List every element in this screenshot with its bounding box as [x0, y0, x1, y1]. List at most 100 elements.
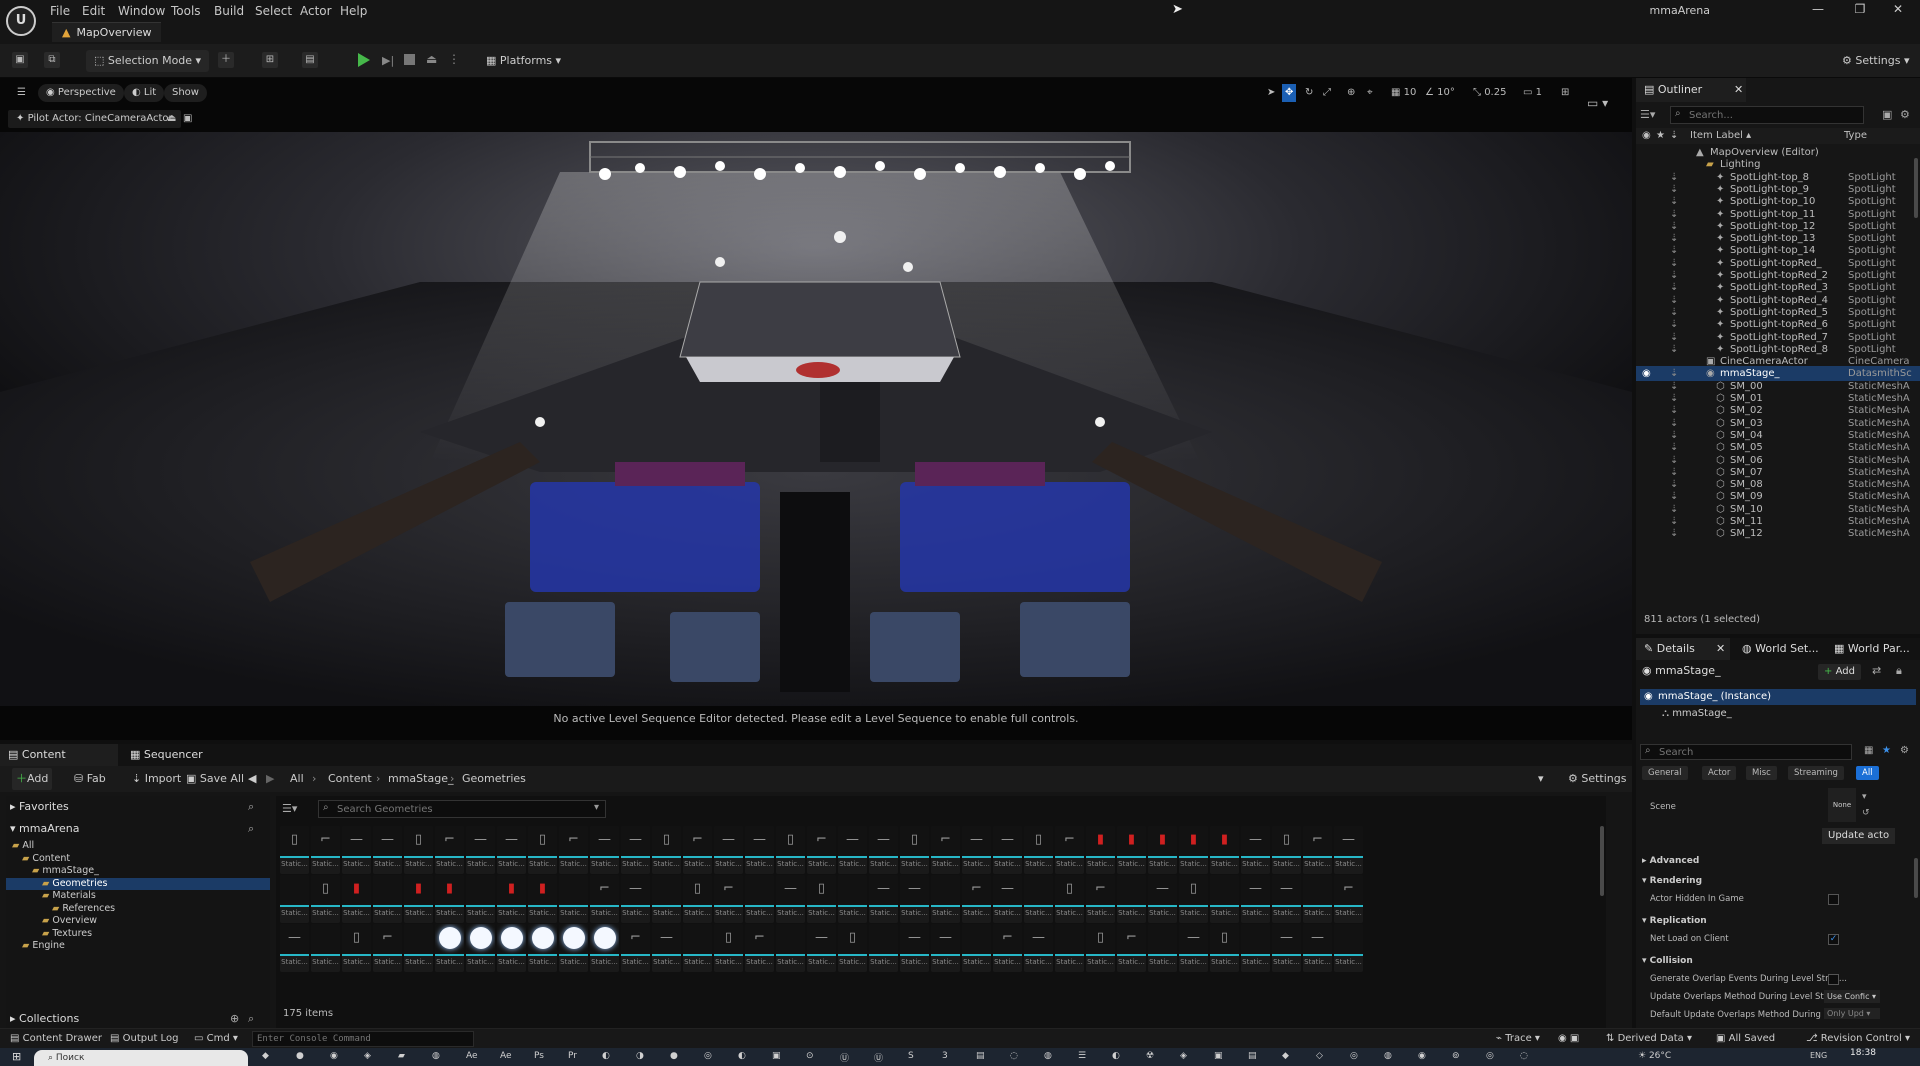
asset-tile[interactable]: Static... [559, 924, 588, 972]
asset-tile[interactable]: — Static... [714, 826, 743, 874]
asset-tile[interactable]: ▯ Static... [1210, 924, 1239, 972]
tab-world-settings[interactable]: ◍ World Set... [1734, 638, 1828, 660]
taskbar-app-icon[interactable]: ◍ [432, 1051, 440, 1061]
asset-tile[interactable]: ▯ Static... [1024, 826, 1053, 874]
asset-tile[interactable]: — Static... [745, 826, 774, 874]
asset-tile[interactable]: — Static... [280, 924, 309, 972]
asset-tile[interactable]: — Static... [1024, 924, 1053, 972]
blueprint-icon[interactable]: ⊞ [262, 52, 278, 68]
unreal-logo-icon[interactable]: U [6, 6, 36, 36]
asset-tile[interactable]: ⌐ Static... [311, 826, 340, 874]
rotation-snap-button[interactable]: ∠ 10° [1422, 84, 1458, 102]
asset-tile[interactable]: Static... [745, 875, 774, 923]
section-collision[interactable]: ▾ Collision [1642, 956, 1693, 966]
filter-icon[interactable]: ☰▾ [1640, 108, 1655, 121]
menu-file[interactable]: File [50, 4, 70, 18]
asset-tile[interactable]: Static... [311, 924, 340, 972]
taskbar-app-icon[interactable]: 3 [942, 1051, 948, 1061]
asset-tile[interactable]: ▮ Static... [1210, 826, 1239, 874]
asset-tile[interactable]: ▮ Static... [1148, 826, 1177, 874]
asset-tile[interactable]: ⌐ Static... [807, 826, 836, 874]
taskbar-app-icon[interactable]: ● [670, 1051, 678, 1061]
actor-hidden-checkbox[interactable] [1828, 894, 1839, 905]
component-row[interactable]: ⛬ mmaStage_ [1662, 708, 1732, 719]
asset-tile[interactable]: Static... [931, 875, 960, 923]
breadcrumb-content[interactable]: Content [324, 768, 376, 790]
output-log-button[interactable]: ▤ Output Log [110, 1029, 178, 1049]
close-tab-icon[interactable]: ✕ [1734, 78, 1743, 102]
world-space-icon[interactable]: ⊕ [1344, 84, 1358, 102]
scale-snap-button[interactable]: ⤡ 0.25 [1470, 84, 1509, 102]
asset-tile[interactable]: — Static... [621, 826, 650, 874]
taskbar-app-icon[interactable]: ◌ [1010, 1051, 1018, 1061]
translate-icon[interactable]: ✥ [1282, 84, 1297, 102]
asset-tile[interactable]: ▯ Static... [714, 924, 743, 972]
menu-select[interactable]: Select [255, 4, 292, 18]
taskbar-app-icon[interactable]: Ae [466, 1051, 478, 1061]
restore-icon[interactable]: ❐ [1842, 0, 1878, 18]
asset-tile[interactable]: — Static... [652, 924, 681, 972]
taskbar-app-icon[interactable]: ◈ [364, 1051, 371, 1061]
asset-tile[interactable]: — Static... [962, 826, 991, 874]
menu-edit[interactable]: Edit [82, 4, 105, 18]
save-all-button[interactable]: ▣ Save All [182, 768, 248, 790]
outliner-scrollbar[interactable] [1914, 158, 1918, 218]
asset-tile[interactable]: ⌐ Static... [1334, 875, 1363, 923]
asset-tile[interactable]: ▮ Static... [404, 875, 433, 923]
lit-button[interactable]: ◐ Lit [124, 84, 165, 102]
save-icon[interactable]: ▣ [12, 52, 28, 68]
blueprint-convert-icon[interactable]: ⇄ [1872, 664, 1881, 677]
browse-icon[interactable]: ⧉ [44, 52, 60, 68]
folder-tree-row[interactable]: ▰ Textures [6, 928, 270, 940]
asset-tile[interactable]: ▯ Static... [1179, 875, 1208, 923]
asset-tile[interactable]: — Static... [1179, 924, 1208, 972]
taskbar-app-icon[interactable]: ▰ [398, 1051, 405, 1061]
asset-tile[interactable]: — Static... [900, 875, 929, 923]
asset-tile[interactable]: — Static... [1148, 875, 1177, 923]
collections-header[interactable]: ▸ Collections [10, 1012, 79, 1025]
menu-tools[interactable]: Tools [171, 4, 201, 18]
asset-tile[interactable]: ▮ Static... [435, 875, 464, 923]
add-component-button[interactable]: + Add [1818, 664, 1861, 680]
scene-value-thumb[interactable]: None [1828, 788, 1856, 822]
asset-tile[interactable]: — Static... [1241, 875, 1270, 923]
add-button[interactable]: ＋Add [12, 768, 53, 790]
asset-tile[interactable]: Static... [962, 924, 991, 972]
asset-filter-icon[interactable]: ☰▾ [282, 802, 297, 815]
platforms-dropdown[interactable]: ▦ Platforms ▾ [482, 50, 565, 72]
asset-tile[interactable]: — Static... [373, 826, 402, 874]
taskbar-app-icon[interactable]: ◐ [738, 1051, 746, 1061]
status-icons[interactable]: ◉ ▣ [1558, 1029, 1579, 1049]
asset-tile[interactable]: ⌐ Static... [621, 924, 650, 972]
asset-tile[interactable]: Static... [1210, 875, 1239, 923]
tab-world-partition[interactable]: ▦ World Par... [1826, 638, 1920, 660]
path-dropdown-icon[interactable]: ▾ [1534, 768, 1548, 790]
project-search-icon[interactable]: ⌕ [248, 822, 254, 836]
eject-pilot-icon[interactable]: ⏏ [164, 110, 179, 128]
history-back-icon[interactable]: ◀ [244, 768, 260, 790]
menu-window[interactable]: Window [118, 4, 165, 18]
asset-tile[interactable]: — Static... [1303, 924, 1332, 972]
cb-settings-button[interactable]: ⚙ Settings [1564, 768, 1630, 790]
taskbar-app-icon[interactable]: ◍ [1384, 1051, 1392, 1061]
taskbar-app-icon[interactable]: Pr [568, 1051, 577, 1061]
asset-tile[interactable]: ⌐ Static... [962, 875, 991, 923]
filter-actor[interactable]: Actor [1702, 766, 1737, 780]
project-header[interactable]: ▾ mmaArena [10, 822, 80, 835]
table-view-icon[interactable]: ▦ [1864, 745, 1873, 756]
folder-tree-row[interactable]: ▰ References [6, 903, 270, 915]
generate-overlap-checkbox[interactable] [1828, 974, 1839, 985]
filter-all[interactable]: All [1856, 766, 1879, 780]
asset-tile[interactable]: ⌐ Static... [435, 826, 464, 874]
asset-tile[interactable]: ▯ Static... [900, 826, 929, 874]
filter-general[interactable]: General [1642, 766, 1688, 780]
trace-dropdown[interactable]: ⌁ Trace ▾ [1496, 1029, 1540, 1049]
asset-tile[interactable]: Static... [528, 924, 557, 972]
menu-actor[interactable]: Actor [300, 4, 332, 18]
taskbar-app-icon[interactable]: ◉ [330, 1051, 338, 1061]
scene-reset-icon[interactable]: ↺ [1862, 808, 1870, 818]
asset-tile[interactable]: ▯ Static... [404, 826, 433, 874]
asset-tile[interactable]: — Static... [776, 875, 805, 923]
asset-tile[interactable]: Static... [466, 924, 495, 972]
update-overlaps-dropdown[interactable]: Use Confic ▾ [1824, 990, 1880, 1003]
